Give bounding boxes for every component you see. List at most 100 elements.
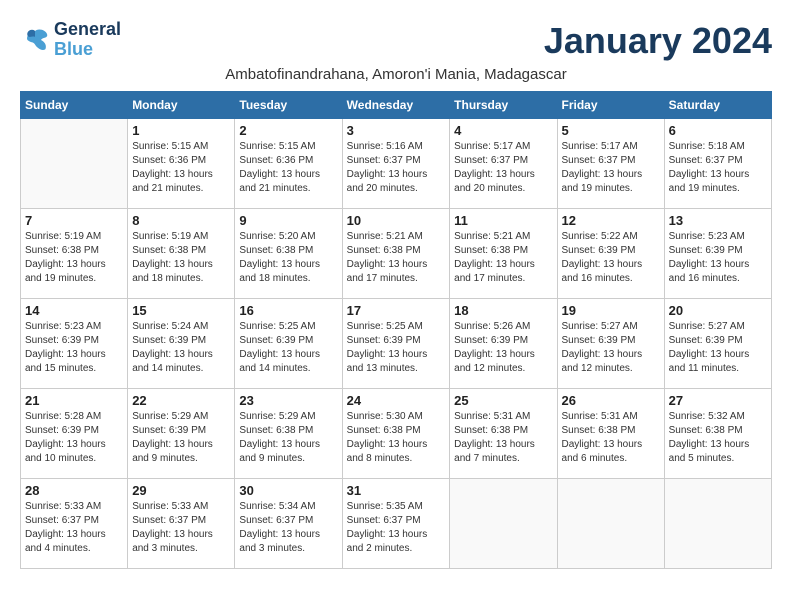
calendar-cell: 31Sunrise: 5:35 AMSunset: 6:37 PMDayligh… (342, 479, 450, 569)
header-wednesday: Wednesday (342, 92, 450, 119)
calendar-cell: 20Sunrise: 5:27 AMSunset: 6:39 PMDayligh… (664, 299, 771, 389)
calendar-cell: 9 Sunrise: 5:20 AMSunset: 6:38 PMDaylight… (235, 209, 342, 299)
day-number: 7 (25, 213, 123, 228)
calendar-cell: 16 Sunrise: 5:25 AMSunset: 6:39 PMDayligh… (235, 299, 342, 389)
day-info: Sunrise: 5:23 AMSunset: 6:39 PMDaylight:… (25, 320, 123, 376)
day-number: 20 (669, 303, 767, 318)
header-sunday: Sunday (21, 92, 128, 119)
day-info: Sunrise: 5:15 AMSunset: 6:36 PMDaylight:… (132, 140, 230, 196)
day-info: Sunrise: 5:31 AMSunset: 6:38 PMDaylight:… (454, 410, 552, 466)
calendar-cell (21, 119, 128, 209)
day-number: 28 (25, 483, 123, 498)
calendar-week-1: 1 Sunrise: 5:15 AMSunset: 6:36 PMDaylight… (21, 119, 772, 209)
day-number: 17 (347, 303, 446, 318)
day-info: Sunrise: 5:35 AMSunset: 6:37 PMDaylight:… (347, 500, 446, 556)
calendar-cell: 12 Sunrise: 5:22 AMSunset: 6:39 PMDayligh… (557, 209, 664, 299)
day-info: Sunrise: 5:17 AMSunset: 6:37 PMDaylight:… (562, 140, 660, 196)
day-number: 4 (454, 123, 552, 138)
day-number: 3 (347, 123, 446, 138)
calendar-week-2: 7 Sunrise: 5:19 AMSunset: 6:38 PMDaylight… (21, 209, 772, 299)
day-info: Sunrise: 5:22 AMSunset: 6:39 PMDaylight:… (562, 230, 660, 286)
day-info: Sunrise: 5:34 AMSunset: 6:37 PMDaylight:… (239, 500, 337, 556)
day-number: 21 (25, 393, 123, 408)
day-info: Sunrise: 5:16 AMSunset: 6:37 PMDaylight:… (347, 140, 446, 196)
day-number: 10 (347, 213, 446, 228)
header-tuesday: Tuesday (235, 92, 342, 119)
day-info: Sunrise: 5:30 AMSunset: 6:38 PMDaylight:… (347, 410, 446, 466)
calendar-cell: 15 Sunrise: 5:24 AMSunset: 6:39 PMDayligh… (128, 299, 235, 389)
month-title: January 2024 (544, 20, 772, 62)
calendar-cell: 29 Sunrise: 5:33 AMSunset: 6:37 PMDayligh… (128, 479, 235, 569)
day-info: Sunrise: 5:20 AMSunset: 6:38 PMDaylight:… (239, 230, 337, 286)
calendar-cell: 1 Sunrise: 5:15 AMSunset: 6:36 PMDaylight… (128, 119, 235, 209)
day-info: Sunrise: 5:24 AMSunset: 6:39 PMDaylight:… (132, 320, 230, 376)
logo-general: General (54, 20, 121, 40)
calendar-cell: 14Sunrise: 5:23 AMSunset: 6:39 PMDayligh… (21, 299, 128, 389)
calendar-week-5: 28 Sunrise: 5:33 AMSunset: 6:37 PMDayligh… (21, 479, 772, 569)
calendar-cell (557, 479, 664, 569)
calendar-cell: 21 Sunrise: 5:28 AMSunset: 6:39 PMDayligh… (21, 389, 128, 479)
calendar-cell: 8 Sunrise: 5:19 AMSunset: 6:38 PMDaylight… (128, 209, 235, 299)
day-info: Sunrise: 5:23 AMSunset: 6:39 PMDaylight:… (669, 230, 767, 286)
day-number: 13 (669, 213, 767, 228)
calendar-week-4: 21 Sunrise: 5:28 AMSunset: 6:39 PMDayligh… (21, 389, 772, 479)
logo-text: General Blue (54, 20, 121, 60)
calendar-cell: 6Sunrise: 5:18 AMSunset: 6:37 PMDaylight… (664, 119, 771, 209)
day-info: Sunrise: 5:17 AMSunset: 6:37 PMDaylight:… (454, 140, 552, 196)
calendar-cell (450, 479, 557, 569)
calendar-cell: 30Sunrise: 5:34 AMSunset: 6:37 PMDayligh… (235, 479, 342, 569)
day-info: Sunrise: 5:18 AMSunset: 6:37 PMDaylight:… (669, 140, 767, 196)
calendar-cell: 11Sunrise: 5:21 AMSunset: 6:38 PMDayligh… (450, 209, 557, 299)
calendar-cell: 7 Sunrise: 5:19 AMSunset: 6:38 PMDaylight… (21, 209, 128, 299)
calendar-cell: 17 Sunrise: 5:25 AMSunset: 6:39 PMDayligh… (342, 299, 450, 389)
day-number: 22 (132, 393, 230, 408)
calendar-cell: 24 Sunrise: 5:30 AMSunset: 6:38 PMDayligh… (342, 389, 450, 479)
calendar-cell: 25 Sunrise: 5:31 AMSunset: 6:38 PMDayligh… (450, 389, 557, 479)
day-number: 24 (347, 393, 446, 408)
day-number: 8 (132, 213, 230, 228)
calendar-cell: 4 Sunrise: 5:17 AMSunset: 6:37 PMDaylight… (450, 119, 557, 209)
day-number: 1 (132, 123, 230, 138)
day-number: 19 (562, 303, 660, 318)
logo: General Blue (20, 20, 121, 60)
calendar-cell: 10Sunrise: 5:21 AMSunset: 6:38 PMDayligh… (342, 209, 450, 299)
day-number: 25 (454, 393, 552, 408)
logo-icon (20, 25, 50, 55)
day-number: 11 (454, 213, 552, 228)
day-info: Sunrise: 5:31 AMSunset: 6:38 PMDaylight:… (562, 410, 660, 466)
calendar-cell: 22 Sunrise: 5:29 AMSunset: 6:39 PMDayligh… (128, 389, 235, 479)
calendar-cell: 19 Sunrise: 5:27 AMSunset: 6:39 PMDayligh… (557, 299, 664, 389)
day-info: Sunrise: 5:26 AMSunset: 6:39 PMDaylight:… (454, 320, 552, 376)
calendar-cell: 23Sunrise: 5:29 AMSunset: 6:38 PMDayligh… (235, 389, 342, 479)
calendar-cell: 3 Sunrise: 5:16 AMSunset: 6:37 PMDaylight… (342, 119, 450, 209)
calendar-week-3: 14Sunrise: 5:23 AMSunset: 6:39 PMDayligh… (21, 299, 772, 389)
calendar-cell: 18 Sunrise: 5:26 AMSunset: 6:39 PMDayligh… (450, 299, 557, 389)
header-thursday: Thursday (450, 92, 557, 119)
day-number: 12 (562, 213, 660, 228)
day-info: Sunrise: 5:29 AMSunset: 6:39 PMDaylight:… (132, 410, 230, 466)
calendar-cell: 27Sunrise: 5:32 AMSunset: 6:38 PMDayligh… (664, 389, 771, 479)
day-number: 18 (454, 303, 552, 318)
day-number: 16 (239, 303, 337, 318)
day-number: 9 (239, 213, 337, 228)
logo-blue: Blue (54, 40, 121, 60)
day-number: 26 (562, 393, 660, 408)
title-section: January 2024 (544, 20, 772, 62)
day-info: Sunrise: 5:25 AMSunset: 6:39 PMDaylight:… (347, 320, 446, 376)
day-number: 27 (669, 393, 767, 408)
calendar-cell: 28Sunrise: 5:33 AMSunset: 6:37 PMDayligh… (21, 479, 128, 569)
header-saturday: Saturday (664, 92, 771, 119)
day-info: Sunrise: 5:33 AMSunset: 6:37 PMDaylight:… (132, 500, 230, 556)
day-number: 15 (132, 303, 230, 318)
day-number: 5 (562, 123, 660, 138)
page-header: General Blue January 2024 (20, 20, 772, 62)
day-number: 29 (132, 483, 230, 498)
day-info: Sunrise: 5:28 AMSunset: 6:39 PMDaylight:… (25, 410, 123, 466)
day-info: Sunrise: 5:25 AMSunset: 6:39 PMDaylight:… (239, 320, 337, 376)
day-info: Sunrise: 5:19 AMSunset: 6:38 PMDaylight:… (25, 230, 123, 286)
day-info: Sunrise: 5:19 AMSunset: 6:38 PMDaylight:… (132, 230, 230, 286)
calendar-cell: 2Sunrise: 5:15 AMSunset: 6:36 PMDaylight… (235, 119, 342, 209)
day-info: Sunrise: 5:27 AMSunset: 6:39 PMDaylight:… (562, 320, 660, 376)
calendar-table: SundayMondayTuesdayWednesdayThursdayFrid… (20, 91, 772, 569)
calendar-header-row: SundayMondayTuesdayWednesdayThursdayFrid… (21, 92, 772, 119)
